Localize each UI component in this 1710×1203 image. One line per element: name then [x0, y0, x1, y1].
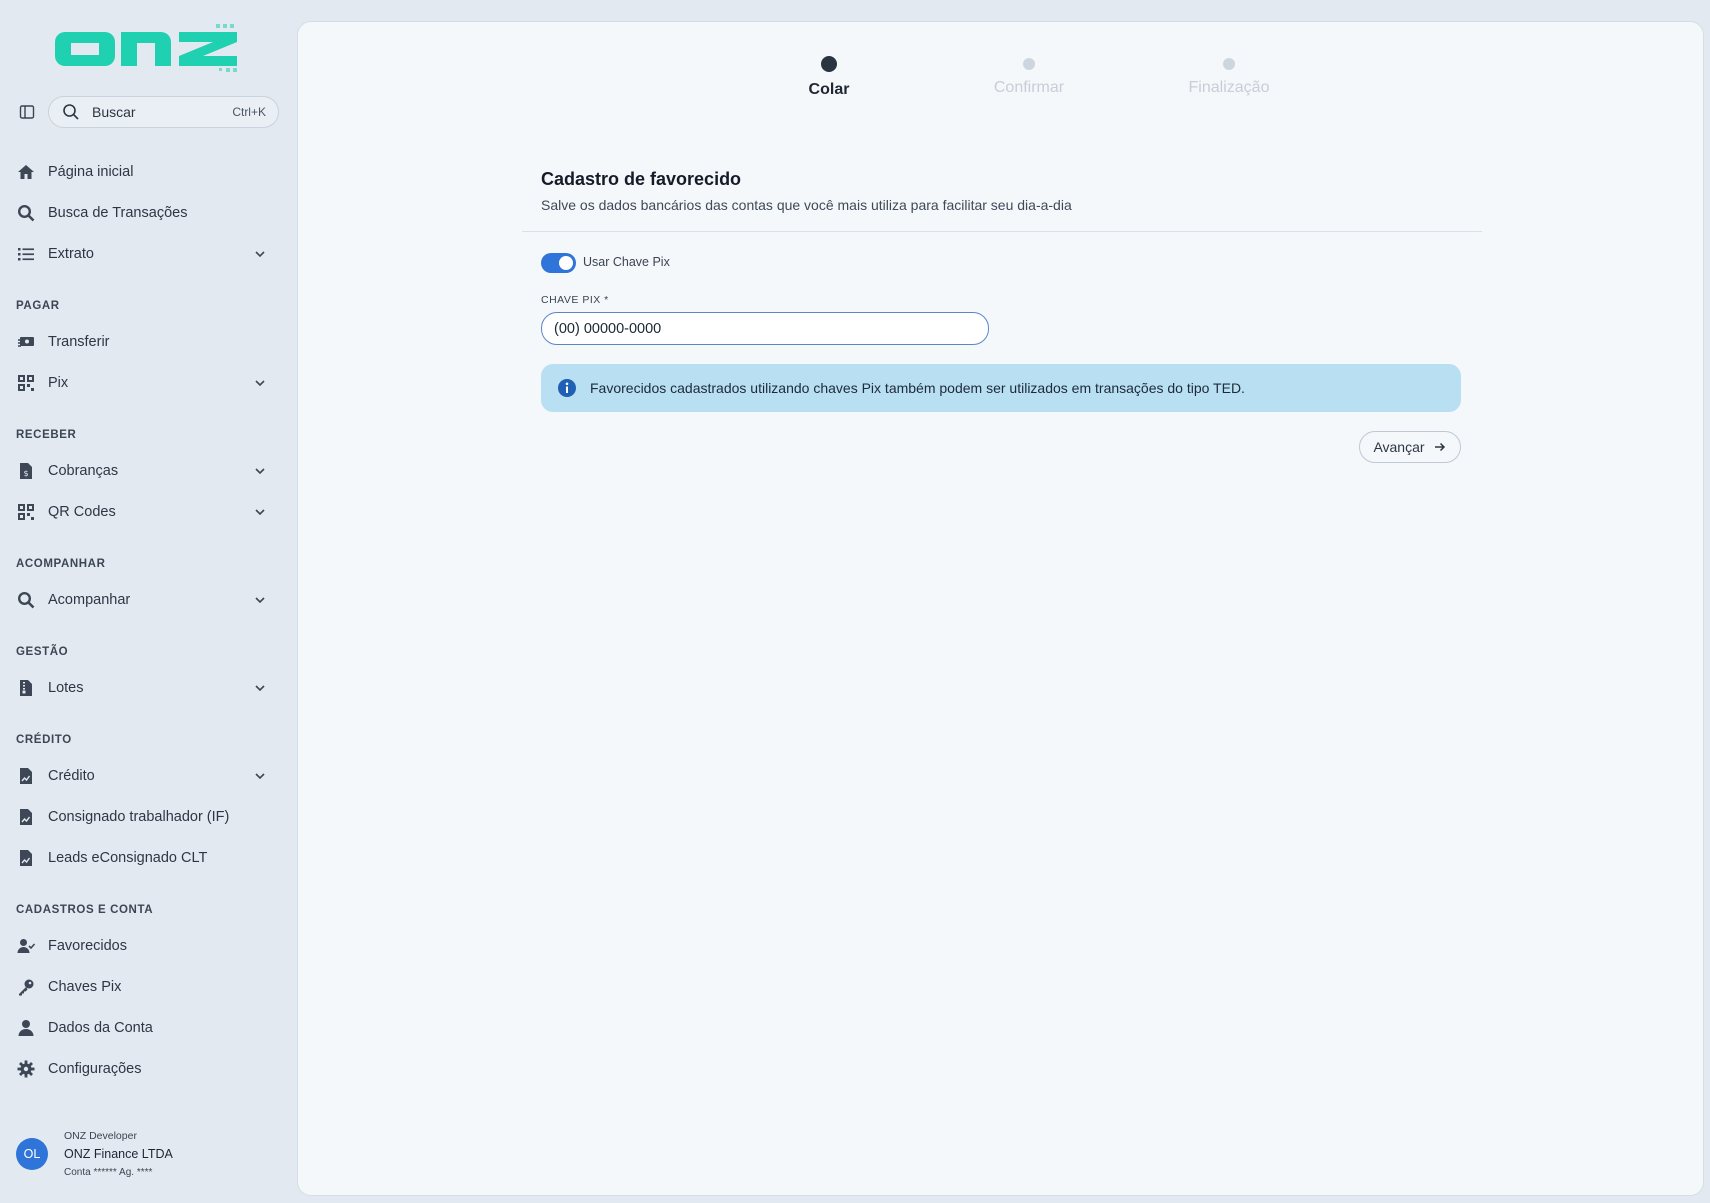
step-dot	[1223, 58, 1235, 70]
sidebar-item-label: QR Codes	[48, 504, 116, 520]
chevron-down-icon	[253, 769, 267, 783]
search-icon	[16, 203, 36, 223]
user-company: ONZ Finance LTDA	[64, 1147, 173, 1161]
sidebar-item-qr-codes[interactable]: QR Codes	[16, 495, 281, 529]
sidebar-item-label: Configurações	[48, 1061, 142, 1077]
step-dot-active	[821, 56, 837, 72]
sidebar-item-label: Extrato	[48, 246, 94, 262]
chevron-down-icon	[253, 593, 267, 607]
sidebar-item-label: Lotes	[48, 680, 84, 696]
sidebar-item-label: Busca de Transações	[48, 205, 188, 221]
qr-grid-icon	[16, 502, 36, 522]
sidebar-item-pix[interactable]: Pix	[16, 366, 281, 400]
sidebar-item-label: Leads eConsignado CLT	[48, 850, 208, 866]
file-chart-icon	[16, 848, 36, 868]
gear-icon	[16, 1059, 36, 1079]
chevron-down-icon	[253, 505, 267, 519]
search-shortcut: Ctrl+K	[232, 105, 266, 119]
user-info: ONZ Developer ONZ Finance LTDA Conta ***…	[64, 1130, 173, 1178]
section-credito: CRÉDITO	[16, 734, 72, 746]
search-box[interactable]: Buscar Ctrl+K	[48, 96, 279, 128]
arrow-right-icon	[1433, 440, 1447, 454]
step-finalizacao: Finalização	[1164, 56, 1294, 97]
sidebar-item-label: Página inicial	[48, 164, 134, 180]
chevron-down-icon	[253, 376, 267, 390]
sidebar-item-dados-conta[interactable]: Dados da Conta	[16, 1011, 281, 1045]
toggle-knob	[559, 256, 573, 270]
page-title: Cadastro de favorecido	[541, 169, 742, 189]
sidebar-item-lotes[interactable]: Lotes	[16, 671, 281, 705]
sidebar-item-favorecidos[interactable]: Favorecidos	[16, 929, 281, 963]
step-confirmar: Confirmar	[974, 56, 1084, 97]
key-icon	[16, 977, 36, 997]
info-icon	[557, 378, 577, 398]
search-icon	[16, 590, 36, 610]
next-button[interactable]: Avançar	[1359, 431, 1461, 463]
section-gestao: GESTÃO	[16, 646, 69, 658]
user-icon	[16, 1018, 36, 1038]
sidebar-item-transferir[interactable]: Transferir	[16, 325, 281, 359]
file-chart-icon	[16, 807, 36, 827]
info-alert: Favorecidos cadastrados utilizando chave…	[541, 364, 1461, 412]
sidebar-item-extrato[interactable]: Extrato	[16, 237, 281, 271]
main-panel: Colar Confirmar Finalização Cadastro de …	[297, 21, 1704, 1196]
search-icon	[62, 103, 80, 121]
svg-text:$: $	[23, 469, 28, 478]
sidebar-item-busca-transacoes[interactable]: Busca de Transações	[16, 196, 281, 230]
sidebar-item-leads-econsignado[interactable]: Leads eConsignado CLT	[16, 841, 281, 875]
sidebar-item-cobrancas[interactable]: $ Cobranças	[16, 454, 281, 488]
pix-key-input[interactable]	[541, 312, 989, 345]
sidebar-item-consignado-trabalhador[interactable]: Consignado trabalhador (IF)	[16, 800, 281, 834]
file-zip-icon	[16, 678, 36, 698]
sidebar-item-label: Acompanhar	[48, 592, 131, 608]
sidebar-item-label: Dados da Conta	[48, 1020, 153, 1036]
home-icon	[16, 162, 36, 182]
file-chart-icon	[16, 766, 36, 786]
next-button-label: Avançar	[1373, 439, 1425, 455]
section-acompanhar: ACOMPANHAR	[16, 558, 106, 570]
sidebar-item-label: Chaves Pix	[48, 979, 122, 995]
chevron-down-icon	[253, 464, 267, 478]
sidebar-item-label: Transferir	[48, 334, 110, 350]
use-pix-key-toggle[interactable]	[541, 253, 576, 273]
onz-logo[interactable]	[55, 22, 240, 76]
section-pagar: PAGAR	[16, 300, 60, 312]
user-check-icon	[16, 936, 36, 956]
user-profile[interactable]: OL ONZ Developer ONZ Finance LTDA Conta …	[16, 1130, 173, 1178]
user-role: ONZ Developer	[64, 1130, 137, 1142]
info-alert-text: Favorecidos cadastrados utilizando chave…	[590, 380, 1245, 396]
step-label: Colar	[808, 81, 850, 98]
section-receber: RECEBER	[16, 429, 77, 441]
step-dot	[1023, 58, 1035, 70]
search-label: Buscar	[92, 104, 136, 120]
sidebar-item-pagina-inicial[interactable]: Página inicial	[16, 155, 281, 189]
sidebar-item-configuracoes[interactable]: Configurações	[16, 1052, 281, 1086]
sidebar-item-label: Pix	[48, 375, 69, 391]
chevron-down-icon	[253, 681, 267, 695]
step-label: Confirmar	[993, 79, 1065, 96]
sidebar-item-label: Consignado trabalhador (IF)	[48, 809, 230, 825]
page-subtitle: Salve os dados bancários das contas que …	[541, 197, 1072, 213]
pix-key-label: CHAVE PIX *	[541, 294, 609, 306]
sidebar-item-acompanhar[interactable]: Acompanhar	[16, 583, 281, 617]
divider	[522, 231, 1482, 232]
sidebar-item-label: Cobranças	[48, 463, 119, 479]
sidebar-item-credito[interactable]: Crédito	[16, 759, 281, 793]
money-transfer-icon	[16, 332, 36, 352]
qr-grid-icon	[16, 373, 36, 393]
step-label: Finalização	[1188, 79, 1270, 96]
section-cadastros-conta: CADASTROS E CONTA	[16, 904, 154, 916]
user-account: Conta ****** Ag. ****	[64, 1167, 153, 1178]
sidebar-item-label: Favorecidos	[48, 938, 127, 954]
sidebar-toggle-icon[interactable]	[18, 103, 36, 121]
avatar: OL	[16, 1138, 48, 1170]
toggle-label: Usar Chave Pix	[583, 255, 670, 269]
chevron-down-icon	[253, 247, 267, 261]
invoice-dollar-icon: $	[16, 461, 36, 481]
sidebar: Buscar Ctrl+K Página inicial Busca de Tr…	[0, 0, 297, 1203]
sidebar-item-label: Crédito	[48, 768, 95, 784]
step-colar: Colar	[774, 56, 884, 99]
sidebar-item-chaves-pix[interactable]: Chaves Pix	[16, 970, 281, 1004]
list-icon	[16, 244, 36, 264]
